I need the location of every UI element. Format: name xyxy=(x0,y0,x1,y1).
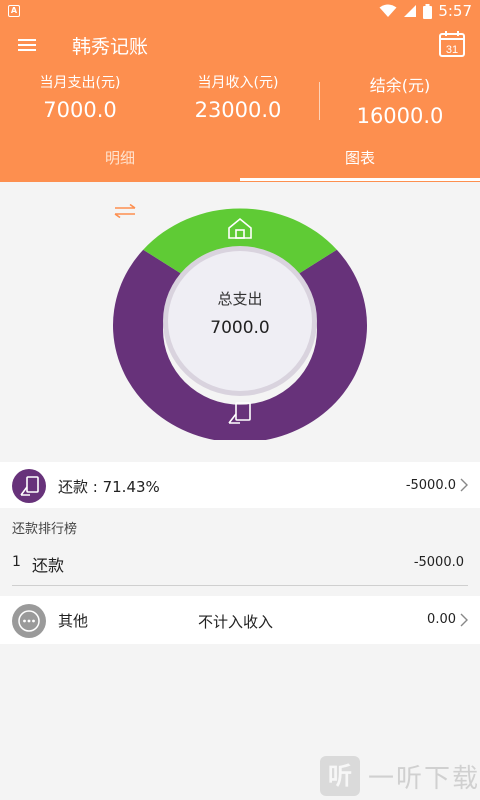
category-row-repay[interactable]: 还款 : 71.43% -5000.0 xyxy=(0,462,480,508)
watermark-logo: 听 xyxy=(320,756,360,796)
divider xyxy=(12,585,468,586)
menu-icon[interactable] xyxy=(12,32,42,58)
wifi-icon xyxy=(379,4,397,17)
category-amount: -5000.0 xyxy=(405,478,456,493)
chevron-right-icon xyxy=(460,613,468,627)
app-title: 韩秀记账 xyxy=(72,36,149,58)
battery-icon xyxy=(423,3,433,19)
chevron-right-icon xyxy=(460,478,468,492)
balance-value: 16000.0 xyxy=(356,104,444,128)
status-bar: A 5:57 xyxy=(0,0,480,24)
expense-label: 当月支出(元) xyxy=(39,75,121,91)
ranking-row[interactable]: 1 还款 -5000.0 xyxy=(0,540,480,584)
repayment-icon xyxy=(12,469,46,503)
income-label: 当月收入(元) xyxy=(197,75,279,91)
expense-donut-chart: 总支出 7000.0 xyxy=(0,182,480,460)
category-row-other[interactable]: 其他 不计入收入 0.00 xyxy=(0,596,480,644)
donut-center-title: 总支出 xyxy=(217,290,263,308)
more-icon xyxy=(12,604,46,638)
other-note: 不计入收入 xyxy=(198,613,274,631)
expense-summary: 当月支出(元) 7000.0 xyxy=(26,72,134,122)
income-summary: 当月收入(元) 23000.0 xyxy=(184,72,292,122)
other-amount: 0.00 xyxy=(427,612,456,627)
app-bar: 韩秀记账 31 xyxy=(0,24,480,66)
rank-number: 1 xyxy=(12,554,21,570)
signal-icon xyxy=(404,5,417,17)
rank-label: 还款 xyxy=(32,556,65,575)
calendar-icon[interactable]: 31 xyxy=(438,30,466,58)
income-value: 23000.0 xyxy=(194,98,282,122)
donut-center-value: 7000.0 xyxy=(210,318,270,338)
view-tabs: 明细 图表 xyxy=(0,138,480,182)
monthly-summary: 当月支出(元) 7000.0 当月收入(元) 23000.0 结余(元) 160… xyxy=(0,66,480,138)
tab-detail[interactable]: 明细 xyxy=(0,138,240,182)
active-tab-indicator xyxy=(240,178,480,181)
watermark: 听 一听下载 xyxy=(320,756,480,796)
ranking-title: 还款排行榜 xyxy=(12,522,78,537)
category-label: 还款 : 71.43% xyxy=(58,478,160,496)
watermark-text: 一听下载 xyxy=(368,763,480,794)
other-label: 其他 xyxy=(58,612,89,630)
tab-chart[interactable]: 图表 xyxy=(240,138,480,182)
calendar-day: 31 xyxy=(446,44,458,56)
balance-label: 结余(元) xyxy=(369,76,431,95)
clock: 5:57 xyxy=(438,2,472,20)
notification-badge: A xyxy=(8,5,20,17)
rank-amount: -5000.0 xyxy=(413,555,464,570)
expense-value: 7000.0 xyxy=(43,98,117,122)
swap-icon[interactable] xyxy=(113,204,137,218)
summary-divider xyxy=(319,82,320,120)
balance-summary: 结余(元) 16000.0 xyxy=(340,72,460,128)
system-icons: 5:57 xyxy=(379,2,472,20)
